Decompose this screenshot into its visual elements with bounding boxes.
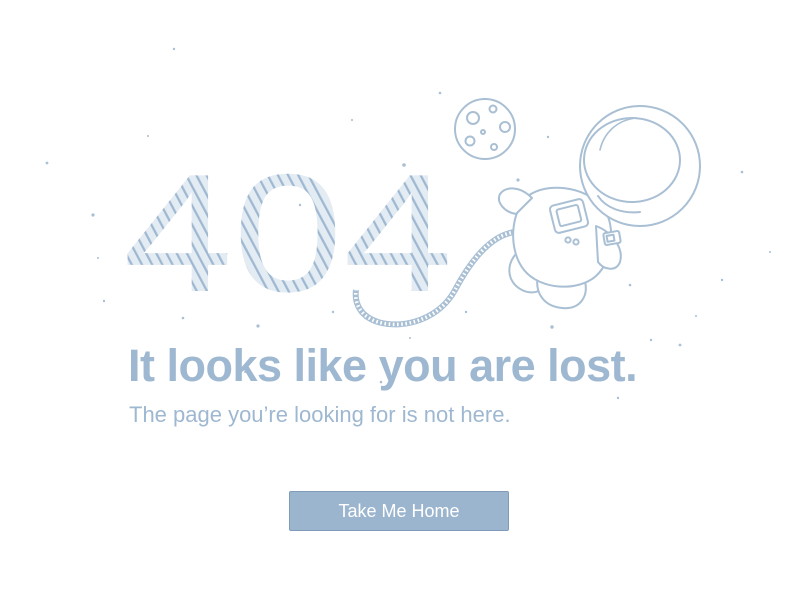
error-code: 404 [123, 139, 453, 327]
take-me-home-button[interactable]: Take Me Home [289, 491, 509, 531]
not-found-page: 404 It looks like you are lost. The page… [0, 0, 800, 600]
page-title: It looks like you are lost. [128, 340, 638, 391]
error-message: The page you’re looking for is not here. [129, 402, 511, 427]
moon-illustration [454, 98, 516, 160]
astronaut-illustration [498, 105, 701, 310]
